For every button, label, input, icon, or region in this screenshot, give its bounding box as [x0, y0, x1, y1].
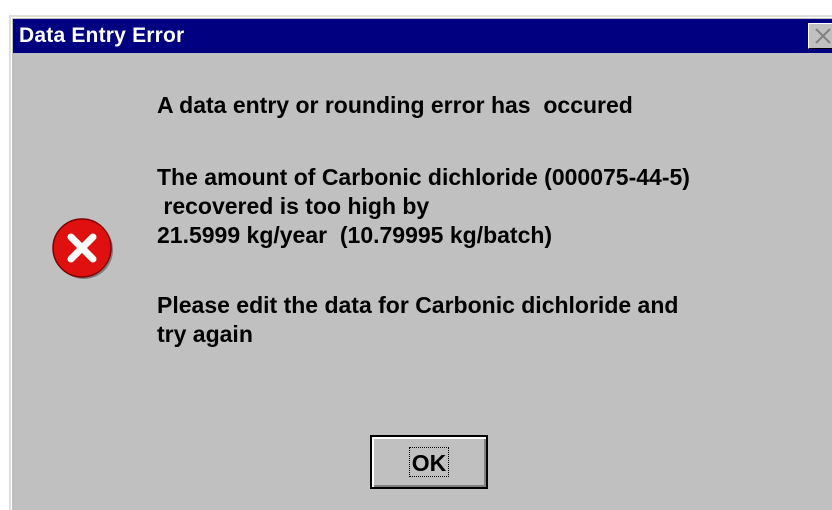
error-message-detail: The amount of Carbonic dichloride (00007… — [157, 164, 690, 248]
error-message-instruction: Please edit the data for Carbonic dichlo… — [157, 292, 679, 347]
ok-button-label: OK — [411, 450, 447, 476]
error-message-title: A data entry or rounding error has occur… — [157, 92, 633, 118]
close-icon — [815, 28, 831, 44]
close-button[interactable] — [808, 23, 832, 49]
window-title: Data Entry Error — [19, 24, 185, 47]
error-icon — [52, 218, 113, 279]
ok-button[interactable]: OK — [370, 435, 488, 489]
title-bar[interactable]: Data Entry Error — [13, 19, 832, 53]
error-dialog: Data Entry Error A data entry or roundin… — [9, 15, 832, 510]
